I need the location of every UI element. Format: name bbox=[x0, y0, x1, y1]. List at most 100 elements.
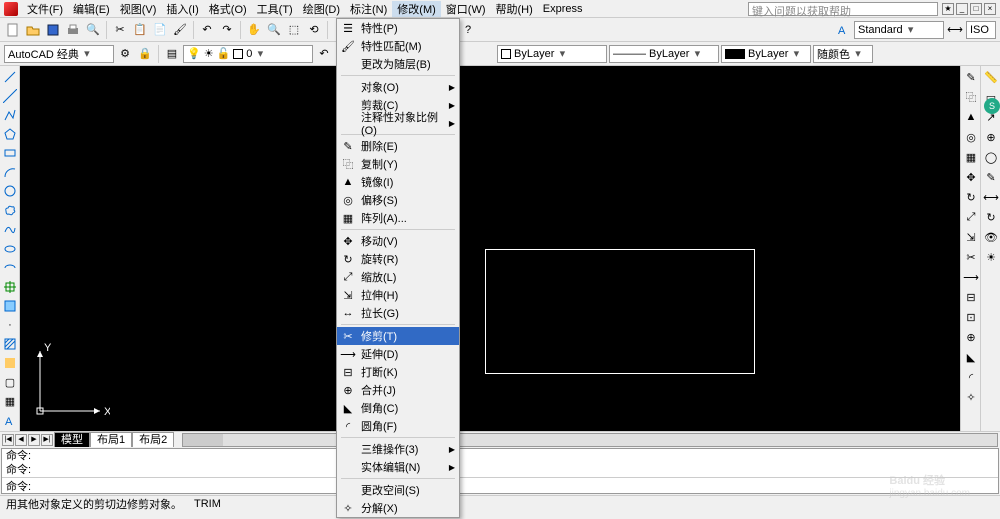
dimupd-icon[interactable]: ↻ bbox=[982, 208, 1000, 226]
polygon-icon[interactable] bbox=[1, 125, 19, 142]
tab-next-icon[interactable]: ▶ bbox=[28, 434, 40, 446]
menu-item[interactable]: ◣倒角(C) bbox=[337, 399, 459, 417]
offset-icon[interactable]: ◎ bbox=[962, 128, 980, 146]
dist-icon[interactable]: 📏 bbox=[982, 68, 1000, 86]
menu-item[interactable]: 对象(O)▶ bbox=[337, 78, 459, 96]
menu-item[interactable]: ⤢缩放(L) bbox=[337, 268, 459, 286]
menu-item[interactable]: ✂修剪(T) bbox=[337, 327, 459, 345]
menu-item[interactable]: 更改空间(S) bbox=[337, 481, 459, 499]
menu-file[interactable]: 文件(F) bbox=[22, 1, 68, 17]
layer-combo[interactable]: 💡 ☀ 🔓 0▾ bbox=[183, 45, 313, 63]
anno-icon[interactable]: A bbox=[834, 21, 852, 39]
menu-item[interactable]: 更改为随层(B) bbox=[337, 55, 459, 73]
center-icon[interactable]: ◯ bbox=[982, 148, 1000, 166]
insert-icon[interactable] bbox=[1, 278, 19, 295]
pan-icon[interactable]: ✋ bbox=[245, 21, 263, 39]
color-combo[interactable]: ByLayer▾ bbox=[497, 45, 607, 63]
cut-icon[interactable]: ✂ bbox=[111, 21, 129, 39]
tol-icon[interactable]: ⊕ bbox=[982, 128, 1000, 146]
ellipse-icon[interactable] bbox=[1, 240, 19, 257]
menu-item[interactable]: 三维操作(3)▶ bbox=[337, 440, 459, 458]
menu-item[interactable]: ⊟打断(K) bbox=[337, 363, 459, 381]
stretch-icon[interactable]: ⇲ bbox=[962, 228, 980, 246]
open-icon[interactable] bbox=[24, 21, 42, 39]
menu-item[interactable]: 🖌特性匹配(M) bbox=[337, 37, 459, 55]
drawing-canvas[interactable]: │ X Y bbox=[20, 66, 960, 431]
menu-item[interactable]: ⿻复制(Y) bbox=[337, 155, 459, 173]
menu-item[interactable]: ↻旋转(R) bbox=[337, 250, 459, 268]
menu-item[interactable]: 注释性对象比例(O)▶ bbox=[337, 114, 459, 132]
explode-icon[interactable]: ✧ bbox=[962, 388, 980, 406]
pstyle-combo[interactable]: 随颜色▾ bbox=[813, 45, 873, 63]
comm-center-icon[interactable]: S bbox=[984, 98, 1000, 114]
undo-icon[interactable]: ↶ bbox=[198, 21, 216, 39]
ws-gear-icon[interactable]: ⚙ bbox=[116, 45, 134, 63]
break-icon[interactable]: ⊡ bbox=[962, 308, 980, 326]
scale-icon[interactable]: ⤢ bbox=[962, 208, 980, 226]
menu-item[interactable]: ◜圆角(F) bbox=[337, 417, 459, 435]
breakpt-icon[interactable]: ⊟ bbox=[962, 288, 980, 306]
revcloud-icon[interactable] bbox=[1, 202, 19, 219]
block-icon[interactable] bbox=[1, 297, 19, 314]
fillet-icon[interactable]: ◜ bbox=[962, 368, 980, 386]
layer-mgr-icon[interactable]: ▤ bbox=[163, 45, 181, 63]
line-icon[interactable] bbox=[1, 68, 19, 85]
pline-icon[interactable] bbox=[1, 106, 19, 123]
close-icon[interactable]: × bbox=[984, 3, 996, 15]
tab-prev-icon[interactable]: ◀ bbox=[15, 434, 27, 446]
menu-format[interactable]: 格式(O) bbox=[204, 1, 252, 17]
tab-layout1[interactable]: 布局1 bbox=[90, 432, 132, 447]
mirror-icon[interactable]: ▲ bbox=[962, 108, 980, 126]
zoomprev-icon[interactable]: ⟲ bbox=[305, 21, 323, 39]
textstyle-combo[interactable]: Standard▾ bbox=[854, 21, 944, 39]
circle-icon[interactable] bbox=[1, 183, 19, 200]
mtext-icon[interactable]: A bbox=[1, 412, 19, 429]
menu-express[interactable]: Express bbox=[538, 3, 588, 15]
join-icon[interactable]: ⊕ bbox=[962, 328, 980, 346]
matchprop-icon[interactable]: 🖌 bbox=[171, 21, 189, 39]
hscroll-thumb[interactable] bbox=[183, 434, 223, 446]
tab-model[interactable]: 模型 bbox=[54, 432, 90, 447]
zoom-icon[interactable]: 🔍 bbox=[265, 21, 283, 39]
print-icon[interactable] bbox=[64, 21, 82, 39]
render-icon[interactable]: ☀ bbox=[982, 248, 1000, 266]
menu-insert[interactable]: 插入(I) bbox=[161, 1, 203, 17]
menu-help[interactable]: 帮助(H) bbox=[491, 1, 538, 17]
menu-item[interactable]: 实体编辑(N)▶ bbox=[337, 458, 459, 476]
point-icon[interactable]: · bbox=[1, 316, 19, 333]
menu-item[interactable]: ☰特性(P) bbox=[337, 19, 459, 37]
trim-icon[interactable]: ✂ bbox=[962, 248, 980, 266]
menu-tools[interactable]: 工具(T) bbox=[252, 1, 298, 17]
move-icon[interactable]: ✥ bbox=[962, 168, 980, 186]
restore-icon[interactable]: □ bbox=[970, 3, 982, 15]
dim-icon[interactable]: ⟷ bbox=[946, 21, 964, 39]
new-icon[interactable] bbox=[4, 21, 22, 39]
ws-lock-icon[interactable]: 🔒 bbox=[136, 45, 154, 63]
gradient-icon[interactable] bbox=[1, 355, 19, 372]
lweight-combo[interactable]: ByLayer▾ bbox=[721, 45, 811, 63]
extend-icon[interactable]: ⟶ bbox=[962, 268, 980, 286]
cmd-input[interactable] bbox=[31, 479, 994, 493]
arc-icon[interactable] bbox=[1, 164, 19, 181]
ellipsearc-icon[interactable] bbox=[1, 259, 19, 276]
menu-item[interactable]: ⇲拉伸(H) bbox=[337, 286, 459, 304]
zoomwin-icon[interactable]: ⬚ bbox=[285, 21, 303, 39]
menu-item[interactable]: ▲镜像(I) bbox=[337, 173, 459, 191]
dimalign-icon[interactable]: ⟷ bbox=[982, 188, 1000, 206]
table-icon[interactable]: ▦ bbox=[1, 393, 19, 410]
chamfer-icon[interactable]: ◣ bbox=[962, 348, 980, 366]
minimize-icon[interactable]: _ bbox=[956, 3, 968, 15]
region-icon[interactable]: ▢ bbox=[1, 374, 19, 391]
rect-icon[interactable] bbox=[1, 144, 19, 161]
dimed-icon[interactable]: ✎ bbox=[982, 168, 1000, 186]
menu-draw[interactable]: 绘图(D) bbox=[298, 1, 345, 17]
tab-last-icon[interactable]: ▶| bbox=[41, 434, 53, 446]
menu-item[interactable]: ⟶延伸(D) bbox=[337, 345, 459, 363]
tab-first-icon[interactable]: |◀ bbox=[2, 434, 14, 446]
menu-window[interactable]: 窗口(W) bbox=[441, 1, 491, 17]
menu-edit[interactable]: 编辑(E) bbox=[68, 1, 115, 17]
layer-prev-icon[interactable]: ↶ bbox=[315, 45, 333, 63]
save-icon[interactable] bbox=[44, 21, 62, 39]
rotate-icon[interactable]: ↻ bbox=[962, 188, 980, 206]
help-search[interactable]: 键入问题以获取帮助 bbox=[748, 2, 938, 16]
